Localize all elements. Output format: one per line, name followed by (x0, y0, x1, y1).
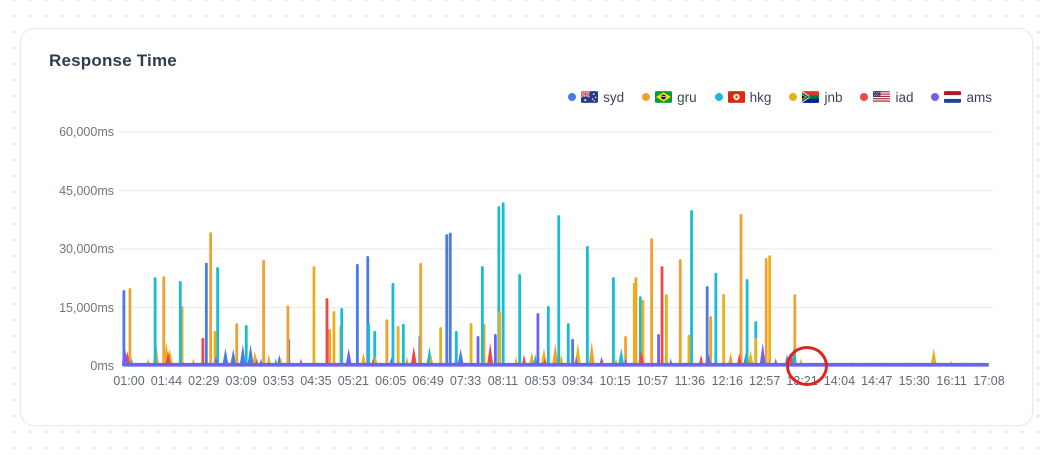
response-time-card: Response Time syd gru hkg jnb iad ams 60,000m… (20, 28, 1033, 426)
chart-plot-area[interactable] (21, 29, 1032, 425)
series-hkg (129, 202, 798, 366)
series-gru (127, 213, 979, 366)
series-iad (124, 266, 948, 366)
baseline-band (123, 362, 989, 367)
